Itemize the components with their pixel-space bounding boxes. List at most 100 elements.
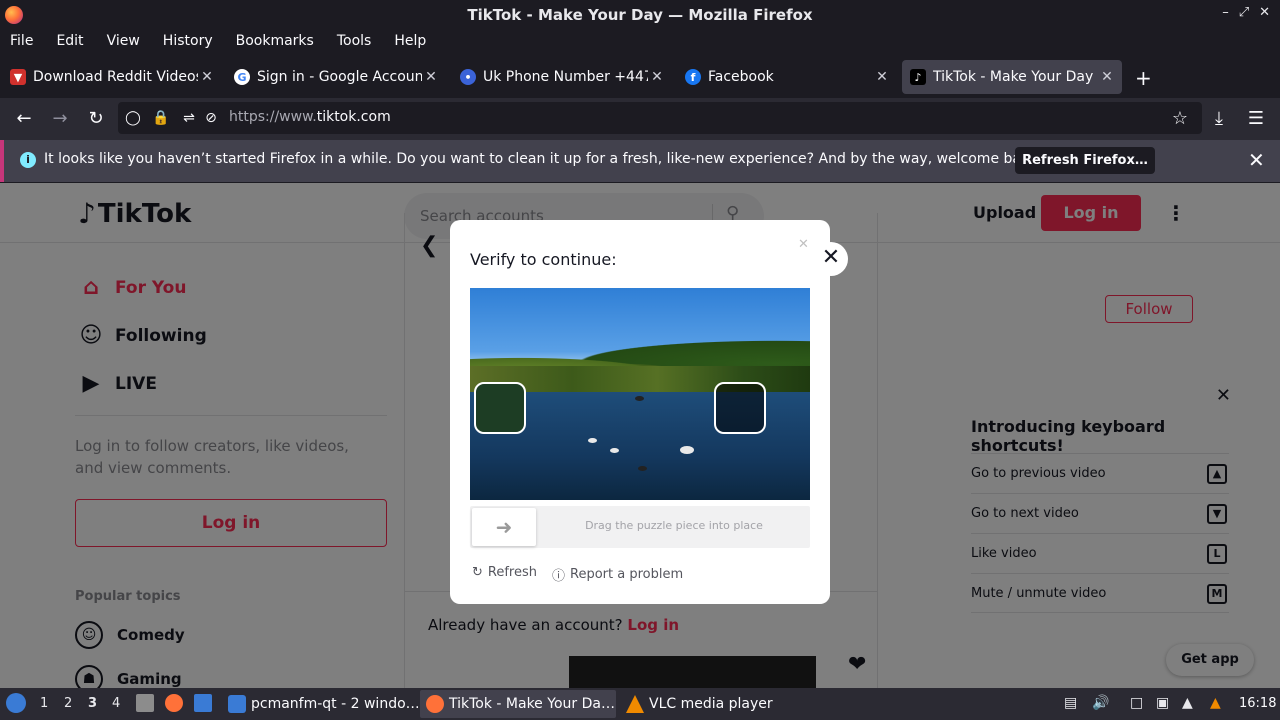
tab-close-icon[interactable]: ✕	[1098, 69, 1116, 85]
refresh-firefox-button[interactable]: Refresh Firefox…	[1015, 147, 1155, 174]
report-label: Report a problem	[570, 567, 684, 582]
captcha-title: Verify to continue:	[470, 250, 617, 269]
tab-label: Download Reddit Videos	[33, 69, 198, 85]
tab-close-icon[interactable]: ✕	[198, 69, 216, 85]
forward-icon[interactable]: →	[48, 107, 72, 131]
tab-label: Uk Phone Number +4478	[483, 69, 648, 85]
lock-icon[interactable]: 🔒	[152, 109, 170, 127]
menu-bar: File Edit View History Bookmarks Tools H…	[0, 30, 1280, 54]
start-menu-icon[interactable]	[6, 693, 26, 713]
captcha-refresh-button[interactable]: ↻ Refresh	[472, 565, 537, 580]
new-tab-button[interactable]: +	[1135, 66, 1152, 90]
refresh-notification-bar: i It looks like you haven’t started Fire…	[0, 140, 1280, 182]
tiktok-icon: ♪	[910, 69, 926, 85]
window-titlebar: TikTok - Make Your Day — Mozilla Firefox…	[0, 0, 1280, 30]
menu-view[interactable]: View	[107, 30, 140, 54]
folder-icon	[228, 695, 246, 713]
firefox-launcher-icon[interactable]	[165, 694, 183, 712]
info-icon: i	[20, 152, 36, 168]
workspace-2[interactable]: 2	[64, 696, 72, 711]
tab-label: Sign in - Google Accounts	[257, 69, 422, 85]
minimize-button[interactable]: –	[1222, 5, 1229, 20]
vlc-tray-icon[interactable]: ▲	[1210, 695, 1221, 711]
task-label: pcmanfm-qt - 2 windo…	[251, 696, 418, 712]
tab-reddit-downloader[interactable]: ▼ Download Reddit Videos ✕	[2, 60, 222, 94]
task-pcmanfm[interactable]: pcmanfm-qt - 2 windo…	[222, 690, 418, 718]
captcha-slider[interactable]: ➜ Drag the puzzle piece into place	[470, 506, 810, 548]
url-text[interactable]: https://www.tiktok.com	[229, 109, 391, 125]
notification-message: It looks like you haven’t started Firefo…	[44, 151, 1043, 167]
captcha-puzzle-image	[470, 288, 810, 500]
reload-icon[interactable]: ↻	[84, 107, 108, 131]
captcha-close-icon[interactable]: ✕	[814, 242, 848, 276]
reddit-downloader-icon: ▼	[10, 69, 26, 85]
image-duck	[635, 396, 644, 401]
image-duck	[588, 438, 597, 443]
tab-tiktok[interactable]: ♪ TikTok - Make Your Day ✕	[902, 60, 1122, 94]
maximize-button[interactable]: ⤢	[1239, 5, 1249, 20]
tab-facebook[interactable]: f Facebook ✕	[677, 60, 897, 94]
volume-icon[interactable]: 🔊	[1092, 695, 1109, 711]
image-duck	[638, 466, 647, 471]
workspace-3[interactable]: 3	[88, 696, 97, 711]
tab-close-icon[interactable]: ✕	[873, 69, 891, 85]
tab-label: TikTok - Make Your Day	[933, 69, 1094, 85]
url-bar[interactable]: ◯ 🔒 ⇌ ⊘ https://www.tiktok.com	[118, 102, 1202, 134]
url-prefix: https://www.	[229, 109, 317, 125]
permissions-icon[interactable]: ⇌	[180, 109, 198, 127]
window-title: TikTok - Make Your Day — Mozilla Firefox	[467, 6, 813, 24]
workspace-4[interactable]: 4	[112, 696, 120, 711]
menu-edit[interactable]: Edit	[56, 30, 83, 54]
tab-google-accounts[interactable]: G Sign in - Google Accounts ✕	[226, 60, 446, 94]
puzzle-piece[interactable]	[474, 382, 526, 434]
report-problem-button[interactable]: ⓘ Report a problem	[552, 565, 683, 584]
tab-close-icon[interactable]: ✕	[648, 69, 666, 85]
file-manager-launcher-icon[interactable]	[136, 694, 154, 712]
refresh-label: Refresh	[487, 565, 537, 580]
tab-uk-phone-number[interactable]: • Uk Phone Number +4478 ✕	[452, 60, 672, 94]
captcha-small-close-icon[interactable]: ✕	[798, 237, 809, 252]
url-domain: tiktok.com	[316, 109, 391, 125]
workspace-1[interactable]: 1	[40, 696, 48, 711]
vlc-icon	[626, 695, 644, 713]
google-icon: G	[234, 69, 250, 85]
captcha-modal: Verify to continue: ✕ ➜ Drag the puzzle …	[450, 220, 830, 604]
menu-bookmarks[interactable]: Bookmarks	[236, 30, 314, 54]
chat-icon: •	[460, 69, 476, 85]
display-tray-icon[interactable]: ▣	[1156, 695, 1169, 711]
image-duck	[680, 446, 694, 454]
update-tray-icon[interactable]: ▲	[1182, 695, 1193, 711]
clipboard-tray-icon[interactable]: ▤	[1064, 695, 1077, 711]
slider-handle-arrow-icon[interactable]: ➜	[472, 508, 536, 546]
window-controls: – ⤢ ✕	[1222, 5, 1270, 20]
menu-tools[interactable]: Tools	[337, 30, 372, 54]
tracking-blocked-icon[interactable]: ⊘	[202, 109, 220, 127]
notification-close-icon[interactable]: ✕	[1248, 148, 1265, 172]
firefox-icon	[426, 695, 444, 713]
tab-bar: ▼ Download Reddit Videos ✕ G Sign in - G…	[0, 56, 1280, 98]
puzzle-target-slot	[714, 382, 766, 434]
back-icon[interactable]: ←	[12, 107, 36, 131]
navigation-bar: ← → ↻ ◯ 🔒 ⇌ ⊘ https://www.tiktok.com ☆ ⤓…	[0, 98, 1280, 140]
desktop-launcher-icon[interactable]	[194, 694, 212, 712]
facebook-icon: f	[685, 69, 701, 85]
close-window-button[interactable]: ✕	[1259, 5, 1270, 20]
shield-icon[interactable]: ◯	[124, 109, 142, 127]
notes-tray-icon[interactable]: □	[1130, 695, 1143, 711]
task-label: VLC media player	[649, 696, 773, 712]
tab-close-icon[interactable]: ✕	[422, 69, 440, 85]
menu-history[interactable]: History	[163, 30, 213, 54]
taskbar: 1 2 3 4 pcmanfm-qt - 2 windo… TikTok - M…	[0, 688, 1280, 720]
refresh-icon: ↻	[472, 565, 483, 580]
menu-help[interactable]: Help	[394, 30, 426, 54]
image-duck	[610, 448, 619, 453]
task-vlc[interactable]: VLC media player	[620, 690, 800, 718]
task-firefox-tiktok[interactable]: TikTok - Make Your Da…	[420, 690, 616, 718]
clock: 16:18	[1239, 696, 1277, 711]
menu-file[interactable]: File	[10, 30, 33, 54]
bookmark-star-icon[interactable]: ☆	[1168, 107, 1192, 131]
downloads-icon[interactable]: ⤓	[1207, 107, 1231, 131]
tab-label: Facebook	[708, 69, 774, 85]
hamburger-menu-icon[interactable]: ☰	[1244, 107, 1268, 131]
info-circle-icon: ⓘ	[552, 569, 566, 584]
